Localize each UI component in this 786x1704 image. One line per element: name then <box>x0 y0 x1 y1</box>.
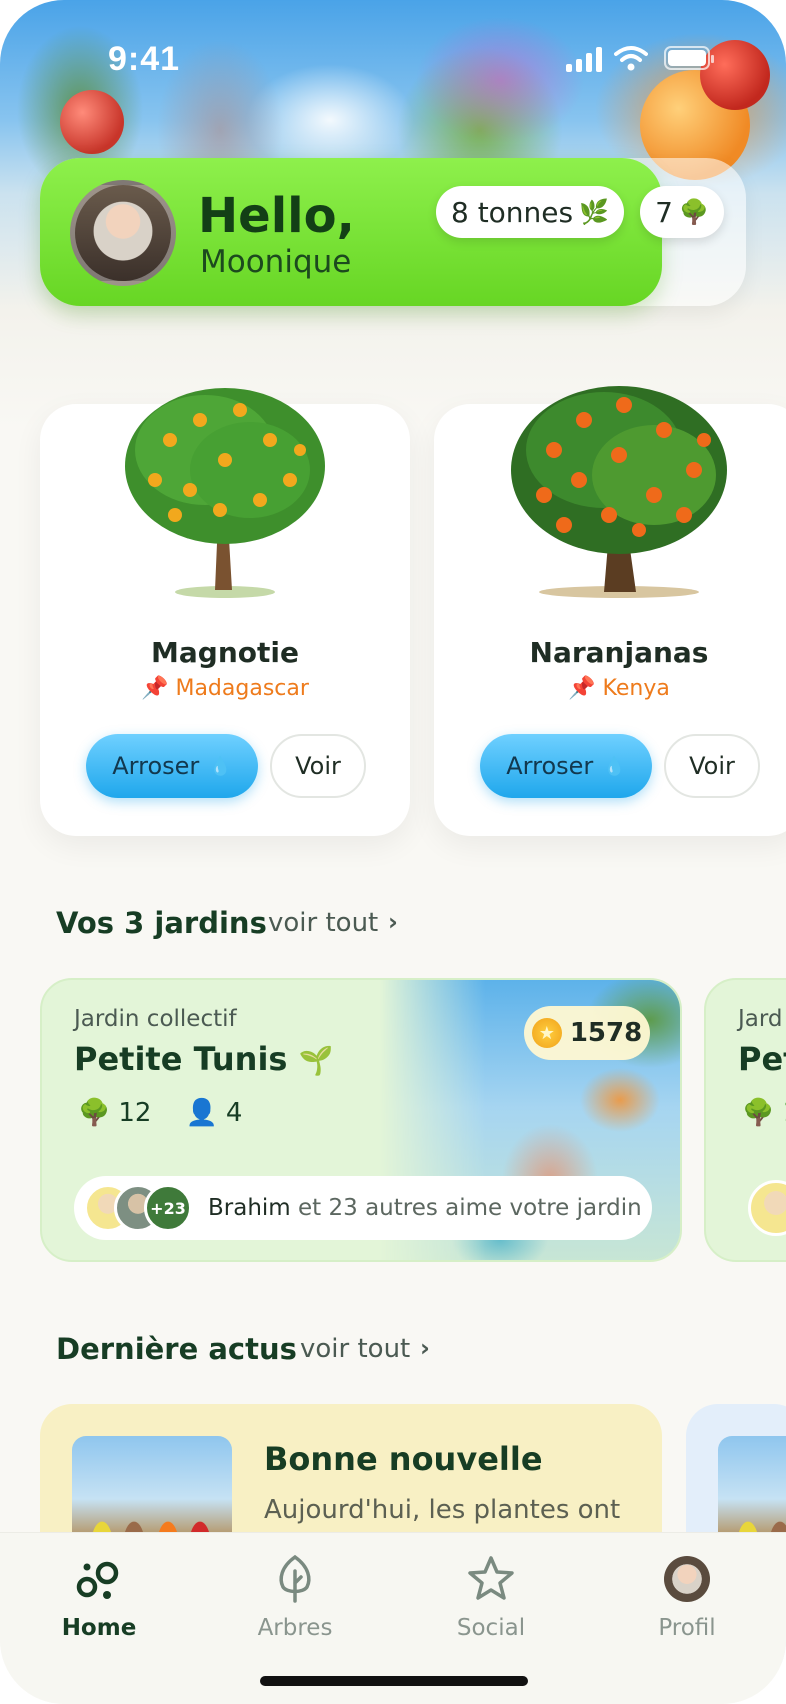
tree-name: Magnotie <box>151 636 299 669</box>
trees-count: 7 <box>655 195 673 229</box>
gardens-see-all-link[interactable]: voir tout <box>268 908 378 938</box>
tree-card[interactable]: Magnotie 📌 Madagascar Arroser 💧 Voir <box>40 388 410 836</box>
tab-social[interactable]: Social <box>416 1553 566 1653</box>
more-avatars-badge: +23 <box>144 1184 192 1232</box>
tree-icon: 🌳 <box>742 1098 775 1128</box>
tree-illustration <box>511 386 727 598</box>
star-badge-icon: ★ <box>531 1018 562 1048</box>
water-drops-icon: 💧 <box>603 755 626 777</box>
avatar-icon <box>612 1553 762 1605</box>
tab-label: Arbres <box>257 1615 333 1641</box>
tree-outline-icon <box>279 1554 311 1603</box>
tab-profil[interactable]: Profil <box>612 1553 762 1653</box>
tonnes-label: 8 tonnes <box>450 195 574 229</box>
signal-icon <box>566 46 602 72</box>
likes-description: et 23 autres aime votre jardin <box>298 1195 642 1221</box>
tree-location-label: Kenya <box>602 676 670 701</box>
chevron-right-icon[interactable]: › <box>388 908 398 936</box>
garden-trees-count: 12 <box>118 1098 152 1128</box>
garden-card-peek[interactable]: Jard Pet 🌳 1 <box>704 978 786 1262</box>
garden-name: Petite Tunis 🌱 <box>74 1040 333 1078</box>
tree-location: 📌 Madagascar <box>40 676 410 701</box>
tonnes-badge[interactable]: 8 tonnes 🌿 <box>436 186 624 238</box>
gardens-section-title: Vos 3 jardins <box>56 906 267 940</box>
leaf-icon: 🌿 <box>579 198 610 226</box>
avatar <box>748 1180 786 1236</box>
water-button-label: Arroser <box>112 752 200 780</box>
garden-trees-stat: 🌳 1 <box>742 1098 786 1128</box>
garden-members-count: 4 <box>225 1098 243 1128</box>
garden-kind: Jardin collectif <box>74 1006 237 1032</box>
greeting-text: Hello, <box>198 188 355 244</box>
pin-icon: 📌 <box>568 676 596 701</box>
tree-icon: 🌳 <box>78 1098 111 1128</box>
status-time: 9:41 <box>108 40 181 78</box>
garden-score-badge: ★ 1578 <box>524 1006 650 1060</box>
wifi-icon <box>614 46 648 71</box>
home-indicator[interactable] <box>260 1676 528 1686</box>
news-section-title: Dernière actus <box>56 1332 297 1366</box>
strawberry-decoration <box>60 90 124 154</box>
view-button[interactable]: Voir <box>664 734 760 798</box>
water-button[interactable]: Arroser 💧 <box>86 734 258 798</box>
tree-name: Naranjanas <box>529 636 709 669</box>
tree-illustration <box>125 388 325 598</box>
garden-kind: Jard <box>738 1006 783 1032</box>
garden-dots-icon <box>76 1561 119 1599</box>
garden-members-stat: 👤 4 <box>185 1098 242 1128</box>
tab-label: Profil <box>658 1615 716 1641</box>
tree-location-label: Madagascar <box>175 676 309 701</box>
user-avatar[interactable] <box>70 180 176 286</box>
trees-count-badge[interactable]: 7 🌳 <box>640 186 724 238</box>
water-drops-icon: 💧 <box>209 755 232 777</box>
liker-name: Brahim <box>208 1195 291 1221</box>
tab-label: Social <box>456 1615 526 1641</box>
tab-arbres[interactable]: Arbres <box>220 1553 370 1653</box>
garden-card[interactable]: Jardin collectif Petite Tunis 🌱 🌳 12 👤 4… <box>40 978 682 1262</box>
phone-screen: 9:41 Hello, Moonique 8 tonnes 🌿 7 🌳 Magn… <box>0 0 786 1704</box>
username: Moonique <box>200 244 352 280</box>
chevron-right-icon[interactable]: › <box>420 1334 430 1362</box>
news-title: Bonne nouvelle <box>264 1440 543 1478</box>
tab-label: Home <box>61 1615 137 1641</box>
status-bar: 9:41 <box>0 36 786 86</box>
liker-avatars: +23 <box>84 1182 200 1234</box>
news-see-all-link[interactable]: voir tout <box>300 1334 410 1364</box>
star-outline-icon <box>468 1556 514 1600</box>
person-icon: 👤 <box>185 1098 218 1128</box>
sprout-icon: 🌱 <box>298 1044 334 1077</box>
garden-trees-stat: 🌳 12 <box>78 1098 151 1128</box>
garden-name: Pet <box>738 1040 786 1078</box>
tree-card[interactable]: Naranjanas 📌 Kenya Arroser 💧 Voir <box>434 386 786 836</box>
water-button[interactable]: Arroser 💧 <box>480 734 652 798</box>
tree-icon: 🌳 <box>678 198 709 226</box>
garden-stats: 🌳 12 👤 4 <box>78 1098 242 1128</box>
view-button[interactable]: Voir <box>270 734 366 798</box>
garden-score: 1578 <box>569 1018 643 1048</box>
water-button-label: Arroser <box>506 752 594 780</box>
likes-text: Brahim et 23 autres aime votre jardin <box>208 1195 642 1221</box>
news-body: Aujourd'hui, les plantes ont <box>264 1495 621 1525</box>
tab-home[interactable]: Home <box>24 1553 174 1653</box>
battery-icon <box>664 46 714 70</box>
tree-location: 📌 Kenya <box>434 676 786 701</box>
garden-trees-count: 1 <box>783 1098 786 1128</box>
garden-likes[interactable]: +23 Brahim et 23 autres aime votre jardi… <box>74 1176 652 1240</box>
pin-icon: 📌 <box>141 676 169 701</box>
garden-name-label: Petite Tunis <box>74 1040 288 1078</box>
